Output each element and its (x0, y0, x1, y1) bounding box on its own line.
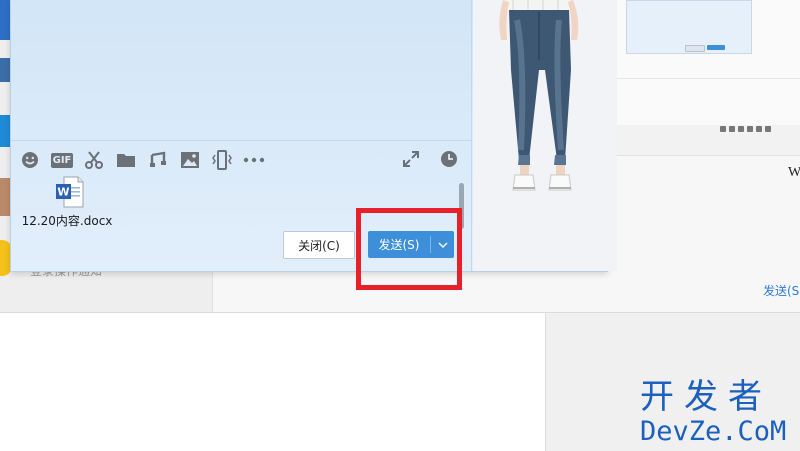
watermark-english: DevZe.CoM (640, 416, 787, 447)
model-figure-illustration (499, 0, 579, 191)
background-letter: W (788, 165, 800, 180)
close-button[interactable]: 关闭(C) (283, 231, 355, 259)
tiny-toolbar (720, 117, 800, 132)
contact-show-figure (473, 0, 617, 271)
image-icon[interactable] (179, 149, 201, 171)
file-attachment[interactable]: W 12.20内容.docx (22, 176, 115, 229)
message-history-area (11, 0, 471, 141)
attachment-file-name: 12.20内容.docx (21, 214, 113, 228)
music-icon[interactable] (147, 149, 169, 171)
chat-window: GIF W 12.20内容.docx 关闭(C) 发送(S) (10, 0, 617, 272)
gif-label: GIF (50, 152, 74, 168)
background-document-area (0, 312, 545, 451)
divider (612, 78, 800, 79)
word-document-icon: W (56, 176, 84, 208)
highlight-annotation-box (356, 208, 462, 290)
background-send-link[interactable]: 发送(S (763, 282, 799, 299)
window-divider (471, 0, 472, 271)
scissors-icon[interactable] (83, 149, 105, 171)
vibrate-icon[interactable] (211, 149, 233, 171)
gif-icon[interactable]: GIF (50, 149, 74, 171)
input-toolbar: GIF (19, 148, 275, 172)
site-watermark: 开发者 DevZe.CoM (640, 378, 800, 448)
thumbnail-close-button (685, 45, 705, 52)
expand-icon[interactable] (400, 148, 422, 170)
more-icon[interactable] (243, 149, 265, 171)
thumbnail-chat-window (626, 0, 752, 54)
folder-icon[interactable] (115, 149, 137, 171)
emoji-icon[interactable] (19, 149, 41, 171)
thumbnail-send-button (707, 45, 725, 50)
clock-icon[interactable] (438, 148, 460, 170)
word-icon-letter: W (57, 186, 69, 199)
watermark-chinese: 开发者 (640, 377, 772, 417)
